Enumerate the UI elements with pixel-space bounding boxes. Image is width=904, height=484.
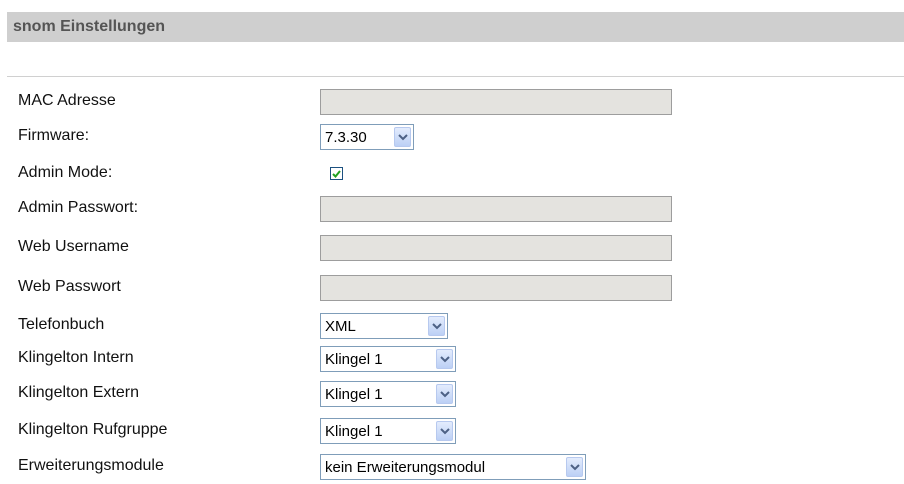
row-web-password: Web Passwort [18,273,898,301]
firmware-select[interactable]: 7.3.30 [320,124,414,150]
web-username-label: Web Username [18,238,129,255]
checkbox-box[interactable] [330,167,343,180]
web-password-input[interactable] [320,275,672,301]
chevron-down-icon[interactable] [566,457,583,477]
mac-label: MAC Adresse [18,92,116,109]
ring-external-select[interactable]: Klingel 1 [320,381,456,407]
phonebook-label: Telefonbuch [18,316,105,333]
ring-group-select[interactable]: Klingel 1 [320,418,456,444]
row-admin-mode: Admin Mode: [18,159,898,187]
ring-external-label: Klingelton Extern [18,384,139,401]
expansion-label: Erweiterungsmodule [18,457,164,474]
row-ring-group: Klingelton Rufgruppe Klingel 1 [18,416,898,444]
web-password-label: Web Passwort [18,278,121,295]
admin-password-label: Admin Passwort: [18,199,139,216]
row-mac: MAC Adresse [18,87,898,115]
chevron-down-icon[interactable] [428,316,445,336]
row-firmware: Firmware: 7.3.30 [18,122,898,150]
admin-mode-label: Admin Mode: [18,164,113,181]
phonebook-select[interactable]: XML [320,313,448,339]
ring-internal-value: Klingel 1 [325,350,383,368]
expansion-select[interactable]: kein Erweiterungsmodul [320,454,586,480]
section-header: snom Einstellungen [7,12,904,42]
mac-input[interactable] [320,89,672,115]
row-web-username: Web Username [18,233,898,261]
firmware-value: 7.3.30 [325,128,367,146]
row-admin-password: Admin Passwort: [18,194,898,222]
ring-group-value: Klingel 1 [325,422,383,440]
row-ring-internal: Klingelton Intern Klingel 1 [18,344,898,372]
ring-external-value: Klingel 1 [325,385,383,403]
checkmark-icon [332,169,341,178]
phonebook-value: XML [325,317,356,335]
row-ring-external: Klingelton Extern Klingel 1 [18,379,898,407]
section-title: snom Einstellungen [13,18,166,35]
admin-mode-checkbox[interactable] [320,161,343,180]
row-phonebook: Telefonbuch XML [18,311,898,339]
expansion-value: kein Erweiterungsmodul [325,458,486,476]
admin-password-input[interactable] [320,196,672,222]
web-username-input[interactable] [320,235,672,261]
firmware-label: Firmware: [18,127,90,144]
chevron-down-icon[interactable] [436,421,453,441]
row-expansion: Erweiterungsmodule kein Erweiterungsmodu… [18,452,898,480]
chevron-down-icon[interactable] [436,384,453,404]
divider [7,76,904,77]
chevron-down-icon[interactable] [436,349,453,369]
ring-internal-label: Klingelton Intern [18,349,134,366]
ring-internal-select[interactable]: Klingel 1 [320,346,456,372]
ring-group-label: Klingelton Rufgruppe [18,421,168,438]
chevron-down-icon[interactable] [394,127,411,147]
